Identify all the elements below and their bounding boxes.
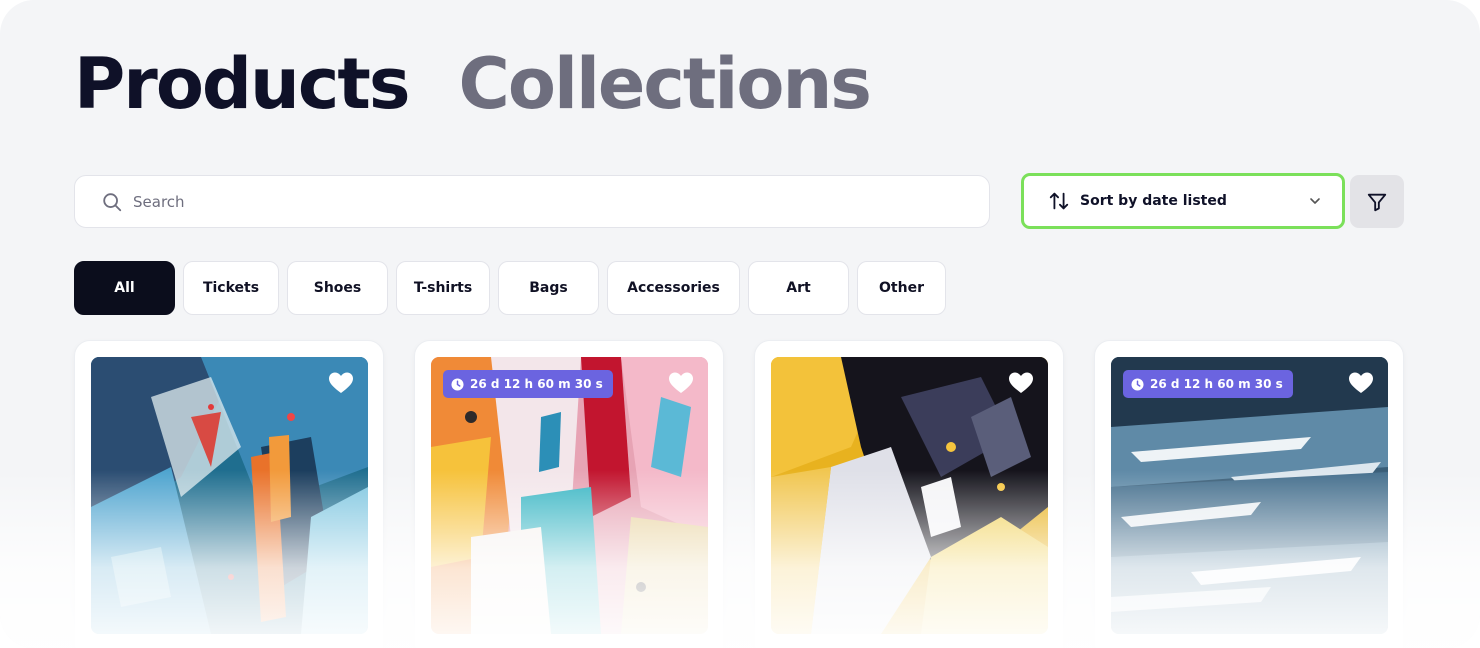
search-icon bbox=[103, 192, 122, 211]
category-chip-tshirts[interactable]: T-shirts bbox=[396, 261, 490, 315]
auction-timer-badge: 26 d 12 h 60 m 30 s bbox=[1123, 370, 1293, 398]
heart-icon[interactable] bbox=[668, 371, 694, 395]
search-bar[interactable] bbox=[74, 175, 990, 228]
artwork-image bbox=[431, 357, 708, 634]
product-image[interactable]: 26 d 12 h 60 m 30 s bbox=[431, 357, 708, 634]
search-input[interactable] bbox=[133, 192, 933, 211]
category-chip-art[interactable]: Art bbox=[748, 261, 849, 315]
category-chip-tickets[interactable]: Tickets bbox=[183, 261, 279, 315]
tab-products[interactable]: Products bbox=[74, 44, 410, 124]
category-chip-bags[interactable]: Bags bbox=[498, 261, 599, 315]
product-image[interactable] bbox=[91, 357, 368, 634]
clock-icon bbox=[451, 377, 464, 391]
sort-label: Sort by date listed bbox=[1080, 193, 1227, 209]
chevron-down-icon bbox=[1310, 198, 1320, 204]
products-page: Products Collections Sort by date listed… bbox=[0, 0, 1480, 648]
heart-icon[interactable] bbox=[328, 371, 354, 395]
product-image[interactable]: 26 d 12 h 60 m 30 s bbox=[1111, 357, 1388, 634]
heart-icon[interactable] bbox=[1348, 371, 1374, 395]
auction-timer-badge: 26 d 12 h 60 m 30 s bbox=[443, 370, 613, 398]
filter-icon bbox=[1367, 193, 1387, 211]
product-card[interactable]: 26 d 12 h 60 m 30 s bbox=[414, 340, 724, 648]
category-chip-shoes[interactable]: Shoes bbox=[287, 261, 388, 315]
category-chip-all[interactable]: All bbox=[74, 261, 175, 315]
heading-tabs: Products Collections bbox=[74, 44, 872, 124]
artwork-image bbox=[1111, 357, 1388, 634]
artwork-image bbox=[771, 357, 1048, 634]
category-chip-other[interactable]: Other bbox=[857, 261, 946, 315]
product-card[interactable]: 26 d 12 h 60 m 30 s bbox=[1094, 340, 1404, 648]
product-card[interactable] bbox=[74, 340, 384, 648]
sort-dropdown[interactable]: Sort by date listed bbox=[1021, 173, 1345, 229]
product-card[interactable] bbox=[754, 340, 1064, 648]
filter-button[interactable] bbox=[1350, 175, 1404, 228]
timer-text: 26 d 12 h 60 m 30 s bbox=[470, 377, 603, 391]
tab-collections[interactable]: Collections bbox=[458, 44, 871, 124]
heart-icon[interactable] bbox=[1008, 371, 1034, 395]
clock-icon bbox=[1131, 377, 1144, 391]
sort-arrows-icon bbox=[1049, 192, 1069, 210]
timer-text: 26 d 12 h 60 m 30 s bbox=[1150, 377, 1283, 391]
artwork-image bbox=[91, 357, 368, 634]
product-image[interactable] bbox=[771, 357, 1048, 634]
category-chip-accessories[interactable]: Accessories bbox=[607, 261, 740, 315]
